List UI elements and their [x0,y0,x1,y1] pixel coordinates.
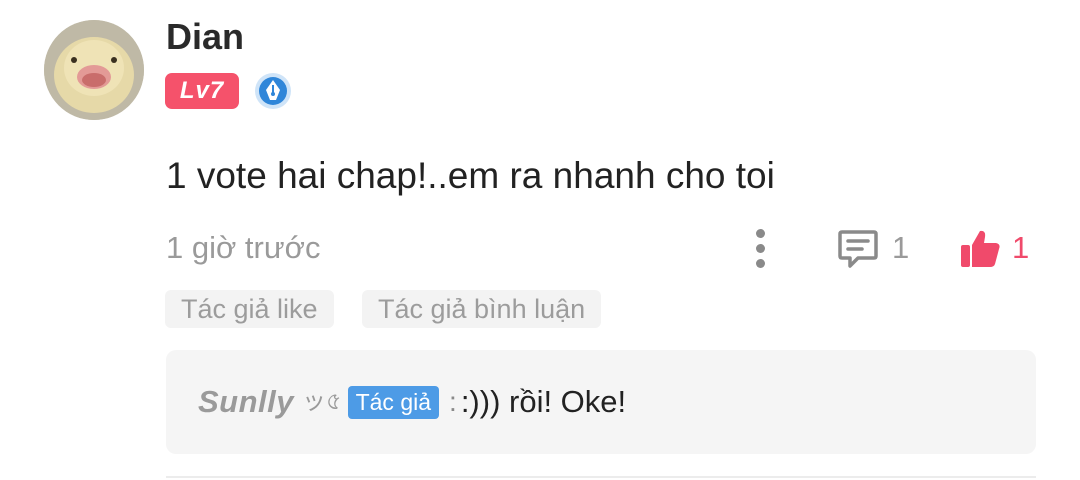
duckling-avatar-image [44,20,144,120]
vertical-dots-icon [755,228,765,238]
author-tag-badge: Tác giả [347,385,440,419]
reply-author-name[interactable]: Sunlly [198,384,294,420]
reply-text: :))) rồi! Oke! [460,384,627,419]
pen-nib-badge-icon [254,72,292,110]
divider [166,476,1036,478]
level-badge: Lv7 [165,73,239,109]
author-liked-tag: Tác giả like [165,290,334,328]
like-count: 1 [1012,230,1030,265]
author-replied-tag: Tác giả bình luận [362,290,602,328]
more-options-button[interactable] [744,222,776,274]
comment-text: 1 vote hai chap!..em ra nhanh cho toi [166,155,775,196]
reply-button[interactable]: 1 [836,224,909,272]
avatar[interactable] [44,20,144,120]
reply-preview[interactable]: Sunlly ッ৫ Tác giả : :))) rồi! Oke! [166,350,1036,454]
reply-count: 1 [892,230,910,265]
reply-author-decoration: ッ৫ [302,388,342,415]
reply-separator: : [449,386,457,417]
comment-author-name[interactable]: Dian [166,16,244,58]
comment-timestamp: 1 giờ trước [166,230,321,265]
reply-line: Sunlly ッ৫ Tác giả : :))) rồi! Oke! [198,378,626,426]
comment-bubble-icon [838,230,878,268]
thumbs-up-icon [961,230,1000,267]
like-button[interactable]: 1 [958,222,1029,274]
